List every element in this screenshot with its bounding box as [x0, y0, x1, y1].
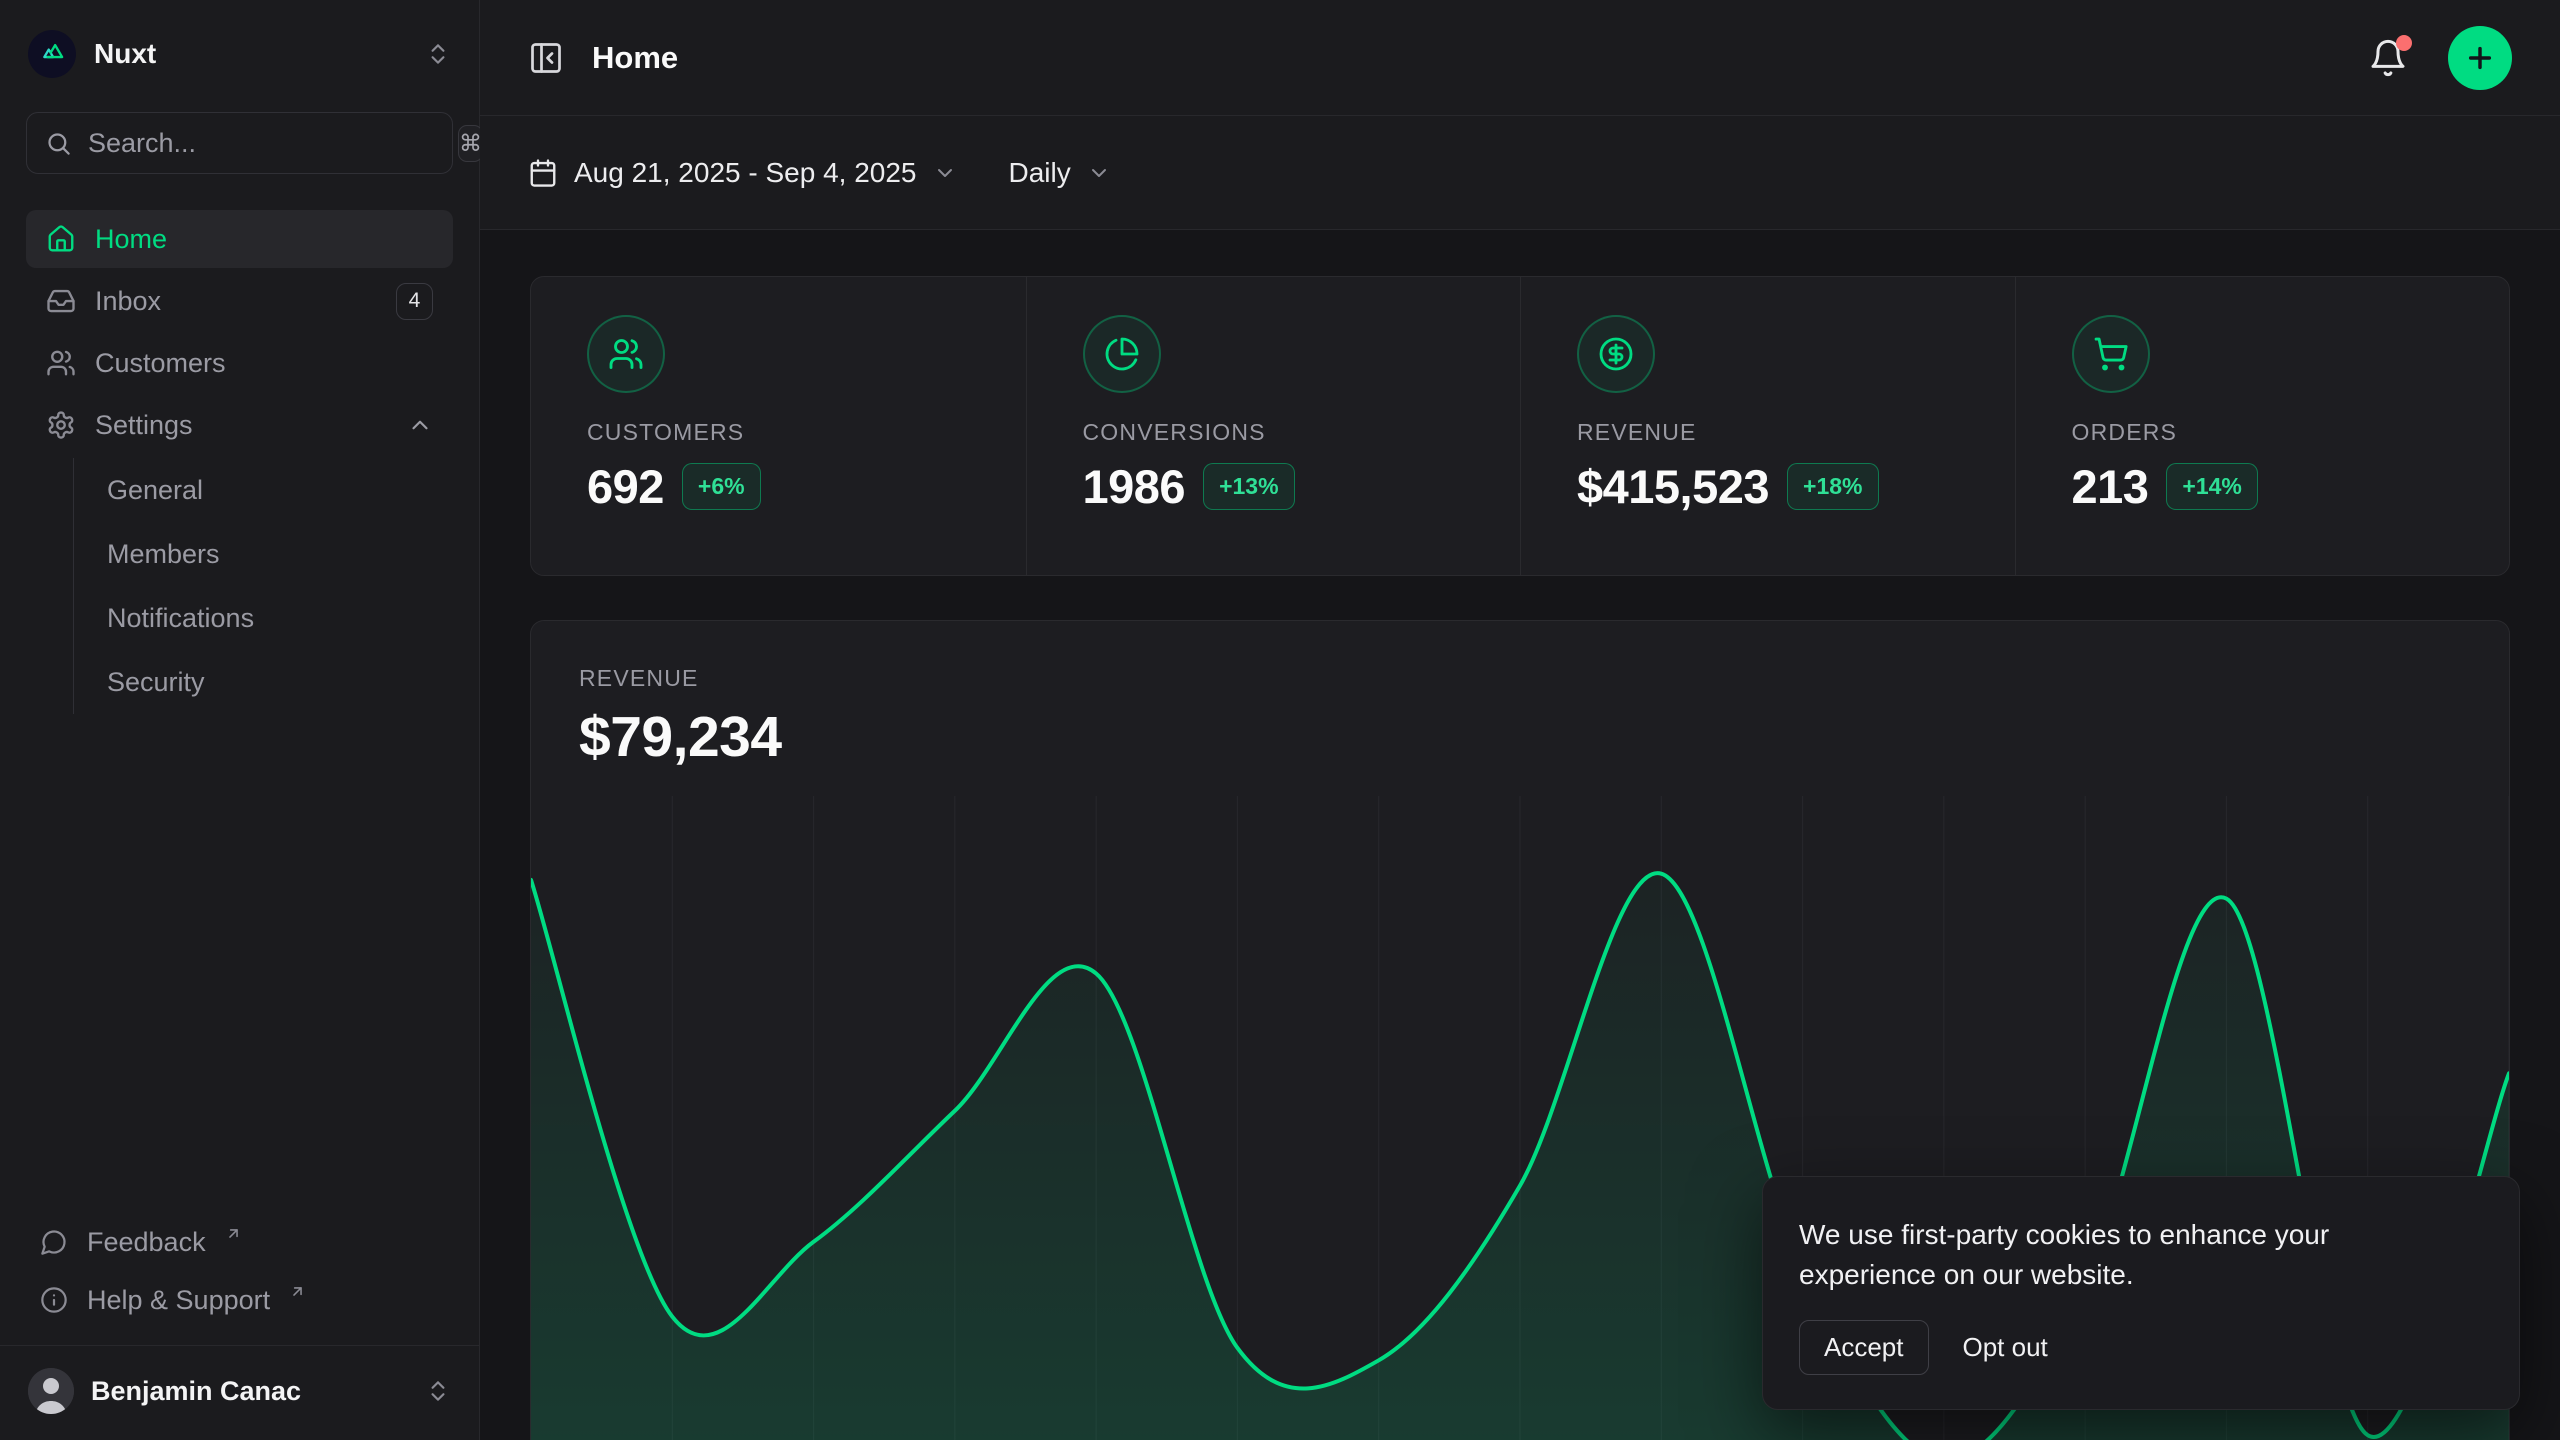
sidebar-footer: Feedback Help & Support: [26, 1213, 453, 1329]
chevrons-up-down-icon: [425, 1378, 451, 1404]
stat-revenue: REVENUE $415,523 +18%: [1520, 277, 2015, 575]
feedback-link[interactable]: Feedback: [26, 1213, 453, 1271]
filter-bar: Aug 21, 2025 - Sep 4, 2025 Daily: [480, 116, 2560, 230]
sidebar-nav: Home Inbox 4 Customers Settings Ge: [26, 210, 453, 714]
sidebar: Nuxt ⌘ K Home Inbox 4: [0, 0, 480, 1440]
cookie-banner: We use first-party cookies to enhance yo…: [1762, 1176, 2520, 1410]
calendar-icon: [528, 158, 558, 188]
notifications-button[interactable]: [2368, 38, 2408, 78]
stat-value: 213: [2072, 459, 2149, 514]
stat-label: CUSTOMERS: [587, 419, 1026, 446]
search-icon: [45, 130, 72, 157]
stats-card: CUSTOMERS 692 +6% CONVERSIONS 1986 +13%: [530, 276, 2510, 576]
optout-cookies-button[interactable]: Opt out: [1963, 1332, 2048, 1363]
settings-subnav: General Members Notifications Security: [73, 458, 453, 714]
stat-value: $415,523: [1577, 459, 1769, 514]
date-range-label: Aug 21, 2025 - Sep 4, 2025: [574, 157, 917, 189]
sub-item-label: General: [107, 475, 203, 506]
granularity-select[interactable]: Daily: [1009, 157, 1111, 189]
sub-item-label: Members: [107, 539, 220, 570]
sub-item-label: Security: [107, 667, 205, 698]
stat-delta-badge: +14%: [2166, 463, 2257, 510]
sidebar-item-notifications[interactable]: Notifications: [74, 586, 453, 650]
date-range-picker[interactable]: Aug 21, 2025 - Sep 4, 2025: [528, 157, 957, 189]
stat-label: CONVERSIONS: [1083, 419, 1521, 446]
stat-label: REVENUE: [1577, 419, 2015, 446]
workspace-switcher[interactable]: Nuxt: [0, 0, 479, 96]
search-input[interactable]: [88, 128, 442, 159]
stat-conversions: CONVERSIONS 1986 +13%: [1026, 277, 1521, 575]
inbox-unread-badge: 4: [396, 283, 433, 320]
cookie-actions: Accept Opt out: [1799, 1320, 2483, 1375]
stat-delta-badge: +13%: [1203, 463, 1294, 510]
revenue-chart-value: $79,234: [579, 704, 2461, 770]
sidebar-item-settings[interactable]: Settings: [26, 396, 453, 454]
stat-value: 1986: [1083, 459, 1186, 514]
message-bubble-icon: [40, 1228, 68, 1256]
info-circle-icon: [40, 1286, 68, 1314]
revenue-chart-label: REVENUE: [579, 665, 2461, 692]
gear-icon: [46, 410, 76, 440]
user-name: Benjamin Canac: [91, 1376, 301, 1407]
home-icon: [46, 224, 76, 254]
topbar-actions: [2368, 26, 2512, 90]
topbar: Home: [480, 0, 2560, 116]
stat-customers: CUSTOMERS 692 +6%: [531, 277, 1026, 575]
help-support-link[interactable]: Help & Support: [26, 1271, 453, 1329]
sidebar-item-label: Inbox: [95, 286, 161, 317]
sidebar-item-members[interactable]: Members: [74, 522, 453, 586]
sidebar-item-home[interactable]: Home: [26, 210, 453, 268]
stat-delta-badge: +6%: [682, 463, 761, 510]
sidebar-spacer: [0, 714, 479, 1213]
stat-label: ORDERS: [2072, 419, 2510, 446]
nuxt-logo-icon: [28, 30, 76, 78]
users-icon: [587, 315, 665, 393]
external-link-icon: [225, 1225, 242, 1242]
dollar-circle-icon: [1577, 315, 1655, 393]
avatar: [28, 1368, 74, 1414]
users-icon: [46, 348, 76, 378]
external-link-icon: [289, 1283, 306, 1300]
cart-icon: [2072, 315, 2150, 393]
pie-chart-icon: [1083, 315, 1161, 393]
footer-link-label: Feedback: [87, 1227, 206, 1258]
workspace-name: Nuxt: [94, 38, 156, 70]
chevrons-up-down-icon: [425, 41, 451, 67]
sidebar-item-label: Settings: [95, 410, 193, 441]
sidebar-item-general[interactable]: General: [74, 458, 453, 522]
cookie-message: We use first-party cookies to enhance yo…: [1799, 1215, 2419, 1296]
sub-item-label: Notifications: [107, 603, 254, 634]
sidebar-item-customers[interactable]: Customers: [26, 334, 453, 392]
footer-link-label: Help & Support: [87, 1285, 270, 1316]
granularity-label: Daily: [1009, 157, 1071, 189]
sidebar-item-inbox[interactable]: Inbox 4: [26, 272, 453, 330]
accept-cookies-button[interactable]: Accept: [1799, 1320, 1929, 1375]
sidebar-item-label: Home: [95, 224, 167, 255]
stat-value: 692: [587, 459, 664, 514]
unread-notification-dot: [2396, 35, 2412, 51]
search-input-wrapper[interactable]: ⌘ K: [26, 112, 453, 174]
page-title: Home: [592, 40, 678, 76]
chevron-down-icon: [933, 161, 957, 185]
stat-orders: ORDERS 213 +14%: [2015, 277, 2510, 575]
sidebar-collapse-icon[interactable]: [528, 40, 564, 76]
user-menu[interactable]: Benjamin Canac: [0, 1346, 479, 1440]
sidebar-item-security[interactable]: Security: [74, 650, 453, 714]
inbox-icon: [46, 286, 76, 316]
chevron-down-icon: [1087, 161, 1111, 185]
sidebar-item-label: Customers: [95, 348, 226, 379]
add-button[interactable]: [2448, 26, 2512, 90]
revenue-chart-header: REVENUE $79,234: [531, 621, 2509, 770]
stat-delta-badge: +18%: [1787, 463, 1878, 510]
chevron-up-icon: [407, 412, 433, 438]
